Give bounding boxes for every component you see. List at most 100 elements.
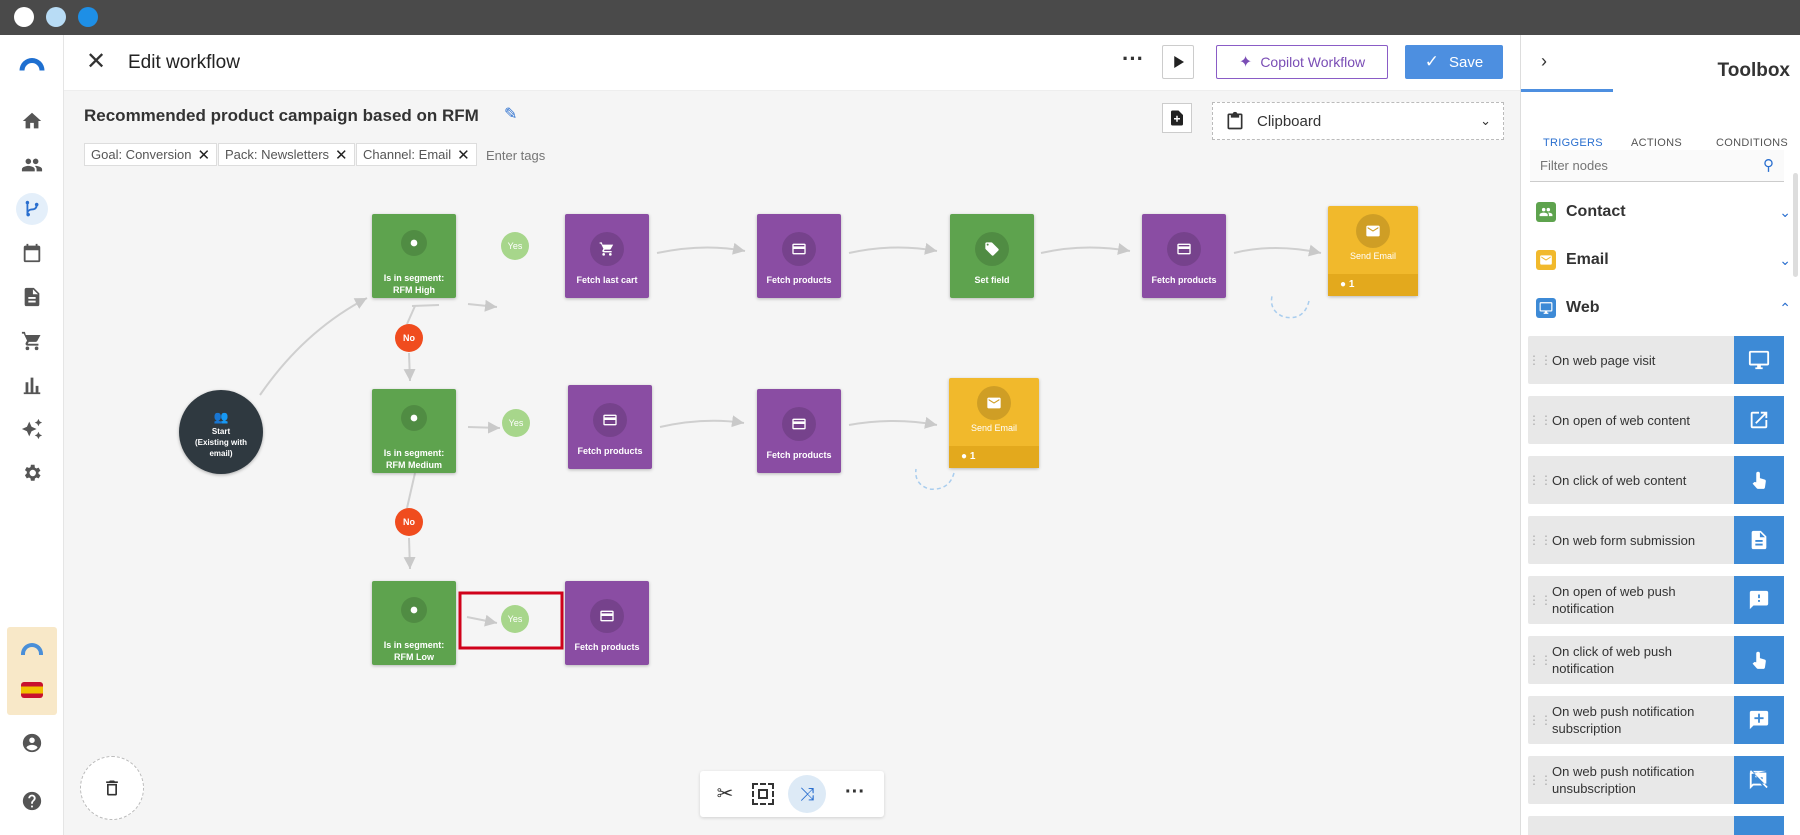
scissors-icon[interactable]: ✂ [710, 779, 740, 809]
category-web[interactable]: Web ⌃ [1536, 294, 1791, 322]
close-icon[interactable]: ✕ [84, 50, 108, 75]
trigger-next-partial[interactable]: ⋮⋮ [1528, 816, 1784, 835]
workflow-canvas[interactable]: Recommended product campaign based on RF… [64, 91, 1520, 835]
trash-drop-zone[interactable] [80, 756, 144, 820]
tag-goal[interactable]: Goal: Conversion ✕ [84, 143, 218, 166]
tab-conditions[interactable]: CONDITIONS [1716, 137, 1788, 149]
envelope-icon [1536, 250, 1556, 270]
trigger-open-web-content[interactable]: ⋮⋮ On open of web content [1528, 396, 1784, 444]
toolbox-title: Toolbox [1717, 60, 1790, 81]
search-icon[interactable]: ⚲ [1763, 156, 1774, 174]
category-contact[interactable]: Contact ⌄ [1536, 198, 1791, 226]
trigger-web-push-unsubscription[interactable]: ⋮⋮ On web push notification unsubscriptio… [1528, 756, 1784, 804]
start-node[interactable]: 👥 Start (Existing with email) [179, 390, 263, 474]
category-label: Email [1566, 251, 1609, 268]
send-email-node[interactable]: Send Email ● 1 [1328, 206, 1418, 296]
trigger-web-push-subscription[interactable]: ⋮⋮ On web push notification subscription [1528, 696, 1784, 744]
drag-handle-icon: ⋮⋮ [1528, 533, 1552, 547]
drag-handle-icon: ⋮⋮ [1528, 653, 1552, 667]
notification-alert-icon [1734, 576, 1784, 624]
segment-high-label: Is in segment: RFM High [383, 273, 445, 295]
set-field-node[interactable]: Set field [950, 214, 1034, 298]
yes-badge[interactable]: Yes [501, 232, 529, 260]
yes-badge[interactable]: Yes [502, 409, 530, 437]
monitor-icon [1734, 336, 1784, 384]
yes-badge[interactable]: Yes [501, 605, 529, 633]
fetch-products-node[interactable]: Fetch products [568, 385, 652, 469]
tag-input[interactable] [486, 144, 606, 166]
trigger-web-page-visit[interactable]: ⋮⋮ On web page visit [1528, 336, 1784, 384]
cart-icon[interactable] [16, 325, 48, 357]
tag-icon [975, 232, 1009, 266]
sparkle-icon: ✦ [1238, 54, 1253, 71]
segment-medium-node[interactable]: Is in segment: RFM Medium [372, 389, 456, 473]
window-maximize-dot[interactable] [78, 7, 98, 27]
trigger-label: On click of web push notification [1552, 644, 1672, 676]
segment-high-node[interactable]: Is in segment: RFM High [372, 214, 456, 298]
no-badge[interactable]: No [395, 508, 423, 536]
page-title: Edit workflow [128, 52, 240, 73]
user-profile-icon[interactable] [16, 727, 48, 759]
contacts-icon [1536, 202, 1556, 222]
workflow-icon[interactable] [16, 193, 48, 225]
card-icon [1167, 232, 1201, 266]
no-badge[interactable]: No [395, 324, 423, 352]
fetch-products-label: Fetch products [574, 642, 640, 652]
envelope-icon [1356, 214, 1390, 248]
trigger-web-form-submission[interactable]: ⋮⋮ On web form submission [1528, 516, 1784, 564]
fetch-products-node[interactable]: Fetch products [1142, 214, 1226, 298]
run-workflow-button[interactable] [1162, 45, 1194, 79]
send-email-node[interactable]: Send Email ● 1 [949, 378, 1039, 468]
fetch-products-label: Fetch products [1151, 275, 1217, 285]
collapse-panel-icon[interactable]: › [1541, 51, 1547, 72]
fetch-products-node[interactable]: Fetch products [565, 581, 649, 665]
more-options-icon[interactable]: ··· [1118, 47, 1148, 77]
fetch-last-cart-node[interactable]: Fetch last cart [565, 214, 649, 298]
more-options-icon[interactable]: ··· [840, 779, 870, 809]
account-switcher[interactable] [7, 627, 57, 715]
fetch-products-node[interactable]: Fetch products [757, 214, 841, 298]
toolbox-scrollbar[interactable] [1793, 173, 1798, 277]
drag-handle-icon: ⋮⋮ [1528, 593, 1552, 607]
fetch-products-node[interactable]: Fetch products [757, 389, 841, 473]
tag-channel[interactable]: Channel: Email ✕ [356, 143, 477, 166]
card-icon [782, 232, 816, 266]
settings-icon[interactable] [16, 457, 48, 489]
trigger-open-web-push[interactable]: ⋮⋮ On open of web push notification [1528, 576, 1784, 624]
add-note-button[interactable] [1162, 103, 1192, 133]
filter-nodes-input[interactable] [1530, 150, 1740, 180]
save-button[interactable]: ✓ Save [1405, 45, 1503, 79]
shuffle-icon[interactable]: ⤨ [788, 775, 826, 813]
home-icon[interactable] [16, 105, 48, 137]
brand-logo-icon [21, 643, 43, 655]
remove-tag-icon[interactable]: ✕ [335, 146, 348, 164]
trigger-click-web-content[interactable]: ⋮⋮ On click of web content [1528, 456, 1784, 504]
remove-tag-icon[interactable]: ✕ [457, 146, 470, 164]
tag-pack[interactable]: Pack: Newsletters ✕ [218, 143, 355, 166]
tab-actions[interactable]: ACTIONS [1631, 137, 1682, 149]
trigger-click-web-push[interactable]: ⋮⋮ On click of web push notification [1528, 636, 1784, 684]
remove-tag-icon[interactable]: ✕ [197, 146, 210, 164]
user-icon: ● [961, 451, 968, 462]
segment-icon [395, 224, 433, 262]
window-close-dot[interactable] [14, 7, 34, 27]
help-icon[interactable] [16, 785, 48, 817]
sparkle-icon[interactable] [16, 413, 48, 445]
clipboard-select[interactable]: Clipboard ⌄ [1212, 102, 1504, 140]
select-area-icon[interactable] [752, 783, 774, 805]
document-icon[interactable] [16, 281, 48, 313]
analytics-icon[interactable] [16, 369, 48, 401]
monitor-icon [1734, 816, 1784, 835]
group-icon: 👥 [213, 410, 229, 424]
tab-triggers[interactable]: TRIGGERS [1543, 137, 1603, 149]
copilot-workflow-button[interactable]: ✦ Copilot Workflow [1216, 45, 1388, 79]
category-email[interactable]: Email ⌄ [1536, 246, 1791, 274]
chevron-down-icon: ⌄ [1480, 113, 1491, 128]
window-minimize-dot[interactable] [46, 7, 66, 27]
contacts-icon[interactable] [16, 149, 48, 181]
segment-low-node[interactable]: Is in segment: RFM Low [372, 581, 456, 665]
start-node-label: Start (Existing with email) [195, 427, 247, 458]
logo-icon[interactable] [16, 47, 48, 79]
calendar-icon[interactable] [16, 237, 48, 269]
edit-name-icon[interactable]: ✎ [504, 104, 517, 124]
